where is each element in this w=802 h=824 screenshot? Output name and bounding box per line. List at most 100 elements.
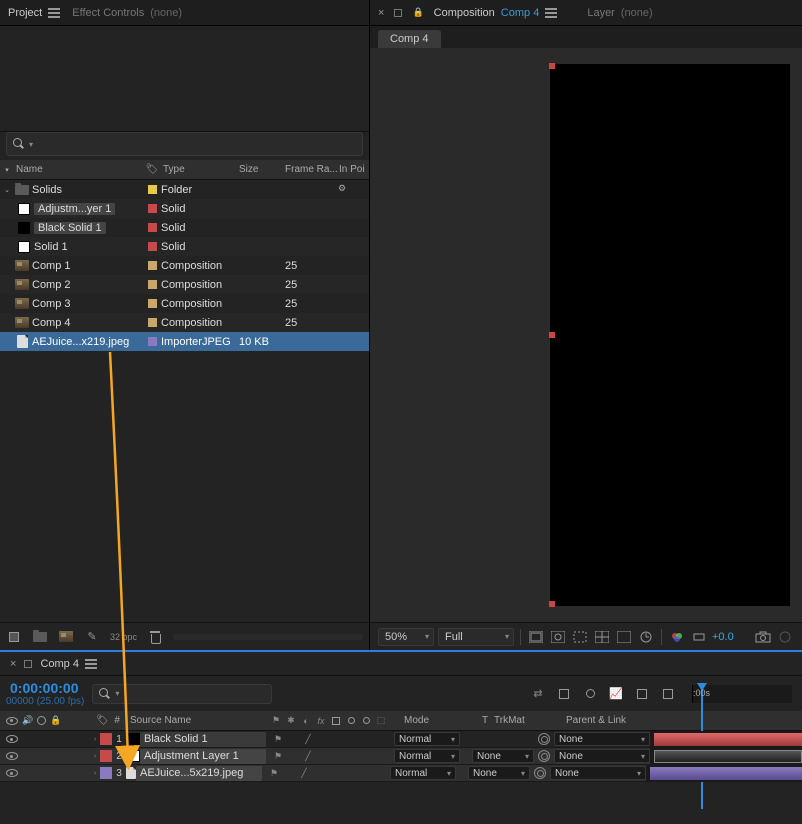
- grid-icon[interactable]: [593, 629, 611, 645]
- quality-switch[interactable]: ╱: [302, 750, 314, 762]
- show-snapshot-icon[interactable]: [776, 629, 794, 645]
- col-mode[interactable]: Mode: [392, 715, 482, 726]
- trkmat-select[interactable]: None▾: [468, 766, 530, 780]
- frame-blend-icon[interactable]: [554, 685, 574, 703]
- expand-chevron-icon[interactable]: ⌄: [0, 186, 14, 194]
- new-comp-icon[interactable]: [58, 629, 74, 645]
- quality-switch[interactable]: ╱: [302, 733, 314, 745]
- col-framerate[interactable]: Frame Ra...: [285, 164, 339, 175]
- layer-label[interactable]: [100, 750, 112, 762]
- item-label[interactable]: [143, 261, 161, 270]
- expand-chevron-icon[interactable]: ›: [90, 770, 100, 777]
- timeline-search[interactable]: ▾: [92, 684, 272, 704]
- col-inpoint[interactable]: In Poi: [339, 164, 369, 175]
- zoom-select[interactable]: 50%▾: [378, 628, 434, 646]
- adjust-icon[interactable]: ✎: [84, 629, 100, 645]
- parent-select[interactable]: None▾: [554, 732, 650, 746]
- timeline-search-input[interactable]: [123, 688, 265, 700]
- bit-depth[interactable]: 32 bpc: [110, 632, 137, 642]
- gear-icon[interactable]: [339, 185, 349, 195]
- eye-icon[interactable]: [6, 717, 18, 725]
- shy-switch-icon[interactable]: ⚑: [270, 715, 282, 727]
- lock-icon[interactable]: 🔒: [50, 715, 61, 726]
- shy-switch[interactable]: ⚑: [268, 767, 280, 779]
- item-label[interactable]: [143, 185, 161, 194]
- parent-select[interactable]: None▾: [554, 749, 650, 763]
- tab-project[interactable]: Project: [8, 7, 60, 19]
- fx-icon[interactable]: fx: [315, 715, 327, 727]
- color-mgmt-icon[interactable]: [668, 629, 686, 645]
- layer-label[interactable]: [100, 767, 112, 779]
- col-source-name[interactable]: Source Name: [126, 715, 266, 726]
- close-icon[interactable]: ×: [378, 7, 384, 19]
- 3d-switch-icon[interactable]: ⬚: [375, 715, 387, 727]
- project-item[interactable]: Comp 4Composition25: [0, 313, 369, 332]
- handle-bottom-left[interactable]: [549, 601, 555, 607]
- interpret-footage-icon[interactable]: [6, 629, 22, 645]
- close-icon[interactable]: ×: [10, 658, 16, 670]
- project-item-list[interactable]: ⌄SolidsFolderAdjustm...yer 1SolidBlack S…: [0, 180, 369, 622]
- project-item[interactable]: Adjustm...yer 1Solid: [0, 199, 369, 218]
- shy-icon[interactable]: ⇄: [528, 685, 548, 703]
- project-item[interactable]: Comp 3Composition25: [0, 294, 369, 313]
- tab-layer[interactable]: Layer (none): [587, 7, 652, 19]
- frame-blend-switch-icon[interactable]: [330, 715, 342, 727]
- visibility-toggle[interactable]: [6, 769, 18, 777]
- project-item[interactable]: Comp 1Composition25: [0, 256, 369, 275]
- item-label[interactable]: [143, 204, 161, 213]
- expand-chevron-icon[interactable]: ›: [90, 736, 100, 743]
- shy-switch[interactable]: ⚑: [272, 750, 284, 762]
- resolution-select[interactable]: Full▾: [438, 628, 514, 646]
- region-icon[interactable]: [571, 629, 589, 645]
- col-t[interactable]: T: [482, 715, 494, 726]
- col-type[interactable]: Type: [161, 164, 239, 175]
- col-parent[interactable]: Parent & Link: [556, 715, 672, 726]
- reset-exposure-icon[interactable]: [690, 629, 708, 645]
- col-name[interactable]: Name: [14, 164, 143, 175]
- handle-mid-left[interactable]: [549, 332, 555, 338]
- render-icon[interactable]: [658, 685, 678, 703]
- mode-select[interactable]: Normal▾: [394, 749, 460, 763]
- project-item[interactable]: ⌄SolidsFolder: [0, 180, 369, 199]
- adjustment-switch-icon[interactable]: [360, 715, 372, 727]
- timecode-icon[interactable]: [637, 629, 655, 645]
- expand-chevron-icon[interactable]: ›: [90, 753, 100, 760]
- motion-blur-switch-icon[interactable]: [345, 715, 357, 727]
- project-search-input[interactable]: [37, 138, 356, 150]
- item-label[interactable]: [143, 280, 161, 289]
- exposure-value[interactable]: +0.0: [712, 631, 734, 643]
- chevron-down-icon[interactable]: ▾: [0, 166, 14, 174]
- footer-scrollbar[interactable]: [173, 634, 363, 640]
- timeline-layer[interactable]: ›2Adjustment Layer 1⚑╱Normal▾None▾None▾: [0, 748, 802, 765]
- timeline-layer[interactable]: ›1Black Solid 1⚑╱Normal▾None▾: [0, 731, 802, 748]
- square-icon[interactable]: [24, 660, 32, 668]
- pickwhip-icon[interactable]: [538, 750, 550, 762]
- square-icon[interactable]: [394, 9, 402, 17]
- layer-bar[interactable]: [654, 733, 802, 746]
- layer-bar-track[interactable]: [646, 765, 802, 782]
- trash-icon[interactable]: [147, 629, 163, 645]
- item-label[interactable]: [143, 337, 161, 346]
- guides-icon[interactable]: [615, 629, 633, 645]
- time-ruler[interactable]: :00s: [692, 685, 792, 703]
- project-item[interactable]: Black Solid 1Solid: [0, 218, 369, 237]
- trkmat-select[interactable]: None▾: [472, 749, 534, 763]
- tab-composition[interactable]: Composition Comp 4: [434, 7, 558, 19]
- motion-blur-icon[interactable]: [580, 685, 600, 703]
- project-item[interactable]: Solid 1Solid: [0, 237, 369, 256]
- layer-bar[interactable]: [654, 750, 802, 763]
- col-label-icon[interactable]: 🏷: [143, 164, 161, 175]
- col-size[interactable]: Size: [239, 164, 285, 175]
- panel-menu-icon[interactable]: [85, 659, 97, 669]
- draft-3d-icon[interactable]: [632, 685, 652, 703]
- tab-timeline-comp[interactable]: Comp 4: [40, 658, 97, 670]
- panel-menu-icon[interactable]: [545, 8, 557, 18]
- layer-label[interactable]: [100, 733, 112, 745]
- layer-bar[interactable]: [650, 767, 802, 780]
- timecode[interactable]: 0:00:00:00: [10, 680, 84, 696]
- mode-select[interactable]: Normal▾: [390, 766, 456, 780]
- new-folder-icon[interactable]: [32, 629, 48, 645]
- handle-top-left[interactable]: [549, 63, 555, 69]
- pickwhip-icon[interactable]: [538, 733, 550, 745]
- mode-select[interactable]: Normal▾: [394, 732, 460, 746]
